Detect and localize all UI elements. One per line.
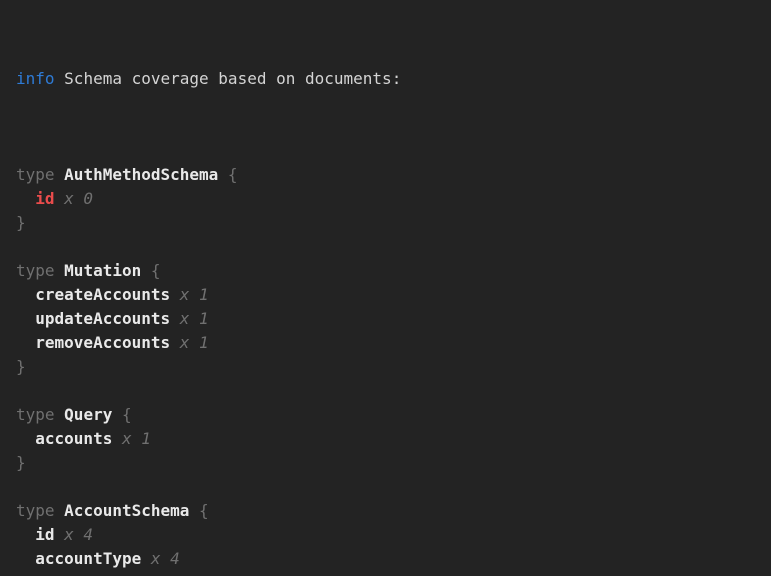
type-name: Mutation <box>64 261 141 280</box>
type-declaration-line: type Query { <box>16 403 761 427</box>
usage-count: x 4 <box>141 549 180 568</box>
coverage-blocks: type AuthMethodSchema { id x 0} type Muta… <box>16 139 761 576</box>
open-brace: { <box>218 165 237 184</box>
blank-line <box>16 475 761 499</box>
field-line: accountType x 4 <box>16 547 761 571</box>
blank-line <box>16 235 761 259</box>
spacer <box>55 69 65 88</box>
type-declaration-line: type Mutation { <box>16 259 761 283</box>
terminal-output: info Schema coverage based on documents:… <box>0 0 771 576</box>
indent <box>16 285 35 304</box>
indent <box>16 333 35 352</box>
open-brace: { <box>112 405 131 424</box>
close-brace-line: } <box>16 451 761 475</box>
usage-count: x 1 <box>112 429 151 448</box>
type-keyword: type <box>16 405 64 424</box>
field-name: accounts <box>35 429 112 448</box>
usage-count: x 4 <box>55 525 94 544</box>
field-name: createAccounts <box>35 285 170 304</box>
open-brace: { <box>141 261 160 280</box>
usage-count: x 1 <box>170 309 209 328</box>
close-brace-line: } <box>16 355 761 379</box>
field-name: removeAccounts <box>35 333 170 352</box>
field-line: accounts x 1 <box>16 427 761 451</box>
close-brace: } <box>16 453 26 472</box>
indent <box>16 549 35 568</box>
type-name: AccountSchema <box>64 501 189 520</box>
indent <box>16 309 35 328</box>
type-declaration-line: type AuthMethodSchema { <box>16 163 761 187</box>
field-line: id x 4 <box>16 523 761 547</box>
usage-count: x 1 <box>170 285 209 304</box>
field-name: id <box>35 189 54 208</box>
field-line: accountName x 4 <box>16 571 761 576</box>
type-declaration-line: type AccountSchema { <box>16 499 761 523</box>
close-brace: } <box>16 357 26 376</box>
info-line: info Schema coverage based on documents: <box>16 67 761 91</box>
indent <box>16 525 35 544</box>
field-line: id x 0 <box>16 187 761 211</box>
usage-count: x 1 <box>170 333 209 352</box>
blank-line <box>16 379 761 403</box>
type-keyword: type <box>16 261 64 280</box>
field-line: removeAccounts x 1 <box>16 331 761 355</box>
usage-count: x 0 <box>55 189 94 208</box>
field-name: id <box>35 525 54 544</box>
close-brace: } <box>16 213 26 232</box>
info-label: info <box>16 69 55 88</box>
indent <box>16 189 35 208</box>
type-name: Query <box>64 405 112 424</box>
type-keyword: type <box>16 501 64 520</box>
field-name: updateAccounts <box>35 309 170 328</box>
field-line: createAccounts x 1 <box>16 283 761 307</box>
coverage-header: Schema coverage based on documents: <box>64 69 401 88</box>
type-keyword: type <box>16 165 64 184</box>
field-name: accountType <box>35 549 141 568</box>
field-line: updateAccounts x 1 <box>16 307 761 331</box>
open-brace: { <box>189 501 208 520</box>
indent <box>16 429 35 448</box>
close-brace-line: } <box>16 211 761 235</box>
blank-line <box>16 139 761 163</box>
type-name: AuthMethodSchema <box>64 165 218 184</box>
